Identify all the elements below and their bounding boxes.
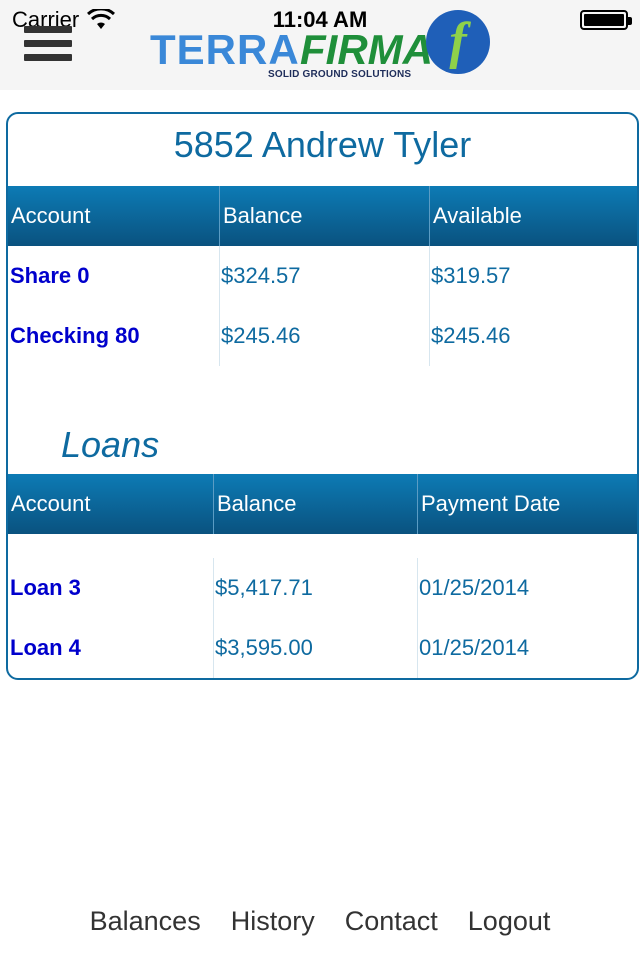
loan-3-balance: $5,417.71 — [215, 575, 313, 600]
share-account-link[interactable]: Share 0 — [8, 246, 90, 306]
logo-terra: TERRA — [150, 26, 300, 73]
shares-col-available: Available — [429, 186, 637, 246]
loans-table-header: Account Balance Payment Date — [8, 474, 637, 534]
nav-balances[interactable]: Balances — [90, 906, 201, 946]
table-row: Loan 3 $5,417.71 01/25/2014 — [8, 558, 637, 618]
table-row: Checking 80 $245.46 $245.46 — [8, 306, 637, 366]
share-balance: $324.57 — [221, 263, 301, 288]
logo-firma: FIRMA — [300, 26, 433, 73]
shares-col-account: Account — [11, 203, 91, 228]
loan-3-payment-date: 01/25/2014 — [419, 575, 530, 600]
logo-mark-icon: f — [426, 10, 490, 74]
member-title: 5852 Andrew Tyler — [173, 124, 472, 165]
app-header: TERRA FIRMA f SOLID GROUND SOLUTIONS — [0, 10, 640, 90]
loan-3-link[interactable]: Loan 3 — [8, 558, 81, 618]
shares-col-balance: Balance — [219, 186, 429, 246]
nav-contact[interactable]: Contact — [345, 906, 438, 946]
nav-logout[interactable]: Logout — [468, 906, 551, 946]
terrafirma-logo: TERRA FIRMA f SOLID GROUND SOLUTIONS — [150, 6, 495, 90]
battery-level — [584, 14, 624, 26]
loan-4-balance: $3,595.00 — [215, 635, 313, 660]
checking-available: $245.46 — [431, 323, 511, 348]
loans-col-balance: Balance — [213, 474, 417, 534]
hamburger-menu-icon — [24, 26, 72, 33]
checking-account-link[interactable]: Checking 80 — [8, 306, 140, 366]
battery-icon — [580, 10, 632, 30]
balances-card: 5852 Andrew Tyler Account Balance Availa… — [6, 112, 639, 680]
checking-balance: $245.46 — [221, 323, 301, 348]
loans-col-payment-date: Payment Date — [417, 474, 637, 534]
bottom-nav: Balances History Contact Logout — [0, 906, 640, 946]
table-row: Share 0 $324.57 $319.57 — [8, 246, 637, 306]
share-available: $319.57 — [431, 263, 511, 288]
loans-col-account: Account — [11, 491, 91, 516]
table-row: Loan 4 $3,595.00 01/25/2014 — [8, 618, 637, 678]
shares-table-header: Account Balance Available — [8, 186, 637, 246]
menu-button[interactable] — [24, 26, 72, 70]
loans-heading: Loans — [61, 424, 160, 465]
nav-history[interactable]: History — [231, 906, 315, 946]
loan-4-link[interactable]: Loan 4 — [8, 618, 81, 678]
logo-tagline: SOLID GROUND SOLUTIONS — [268, 69, 412, 80]
loan-4-payment-date: 01/25/2014 — [419, 635, 530, 660]
